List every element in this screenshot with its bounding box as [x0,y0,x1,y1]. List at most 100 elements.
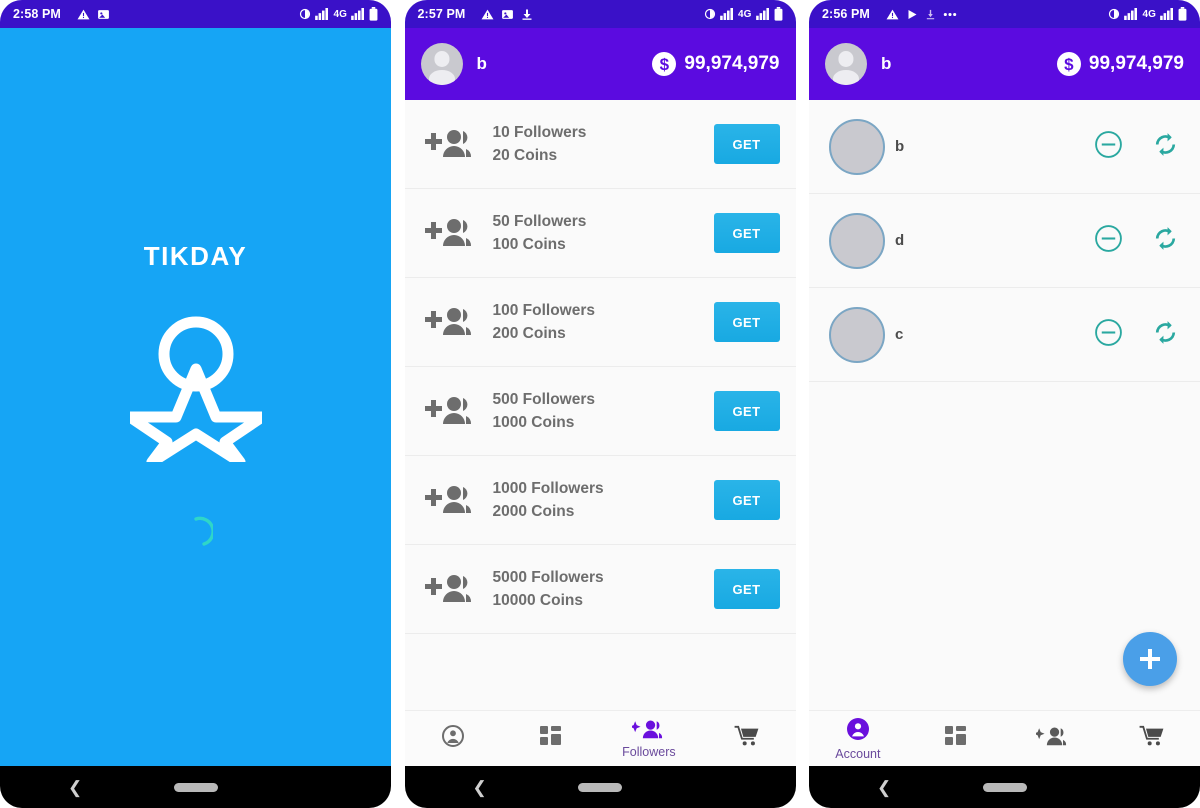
table-row[interactable]: d [809,194,1200,288]
list-item[interactable]: 1000 Followers 2000 Coins GET [404,456,796,545]
nav-tab-dashboard[interactable] [907,711,1005,766]
signal-bars-icon [720,8,734,20]
coin-icon: $ [652,52,677,76]
back-chevron-icon[interactable]: ❮ [68,779,82,796]
vibrate-icon [1108,8,1120,20]
add-followers-icon [424,572,481,606]
username-label: b [881,54,892,73]
signal-bars-icon [315,8,329,20]
signal-bars-icon [1124,8,1138,20]
list-item[interactable]: 500 Followers 1000 Coins GET [404,367,796,456]
status-bar: 2:57 PM 4G [404,0,796,28]
warning-icon [886,8,899,21]
offer-coins-label: 10000 Coins [492,592,583,609]
list-item[interactable]: 50 Followers 100 Coins GET [404,189,796,278]
app-brand-title: TIKDAY [143,241,248,271]
remove-account-icon[interactable] [1094,318,1123,352]
account-name-label: c [895,326,904,343]
account-icon [846,717,870,746]
add-followers-icon [424,216,481,250]
coin-icon: $ [1056,52,1081,76]
followers-offer-list: 10 Followers 20 Coins GET 50 Followers 1… [404,100,796,710]
list-item[interactable]: 10 Followers 20 Coins GET [404,100,796,189]
signal-bars-secondary-icon [1160,8,1174,20]
status-bar: 2:58 PM 4G [0,0,391,28]
account-icon [441,724,465,753]
warning-icon [481,8,494,21]
more-options-icon [943,12,957,17]
vibrate-icon [299,8,311,20]
avatar [829,306,885,363]
nav-tab-followers[interactable]: Followers [600,711,698,766]
refresh-account-icon[interactable] [1151,130,1180,164]
table-row[interactable]: c [809,288,1200,382]
account-list: b d c [809,100,1200,710]
followers-icon [1034,726,1070,751]
splash-screen: TIKDAY [0,28,391,766]
nav-tab-account[interactable]: Account [809,711,907,766]
vibrate-icon [704,8,716,20]
add-account-fab[interactable] [1123,632,1177,686]
network-type-label: 4G [333,8,347,20]
dashboard-icon [944,725,968,752]
nav-tab-followers-label: Followers [622,744,676,759]
home-pill-handle[interactable] [173,782,218,792]
status-clock: 2:57 PM [417,7,466,21]
phone-followers: 2:57 PM 4G b $ 99,974,979 10 Followers 2… [404,0,796,808]
home-pill-handle[interactable] [578,782,622,792]
battery-icon [369,7,378,21]
avatar[interactable] [420,43,463,85]
tikday-star-logo-icon [124,312,267,468]
home-pill-handle[interactable] [982,782,1027,792]
remove-account-icon[interactable] [1094,130,1123,164]
app-bar: b $ 99,974,979 [404,28,796,100]
back-chevron-icon[interactable]: ❮ [877,779,891,796]
phone-accounts: 2:56 PM 4G b $ 99,974,979 b d c Account … [809,0,1200,808]
phone-splash: 2:58 PM 4G TIKDAY ❮ [0,0,391,808]
back-chevron-icon[interactable]: ❮ [473,779,487,796]
list-item[interactable]: 100 Followers 200 Coins GET [404,278,796,367]
battery-icon [774,7,783,21]
offer-coins-label: 2000 Coins [492,503,575,520]
nav-tab-cart[interactable] [1102,711,1200,766]
refresh-account-icon[interactable] [1151,318,1180,352]
offer-followers-label: 50 Followers [492,212,587,230]
table-row[interactable]: b [809,100,1200,194]
add-followers-icon [424,394,481,428]
remove-account-icon[interactable] [1094,224,1123,258]
coin-balance: $ 99,974,979 [1056,52,1184,76]
account-name-label: b [895,138,905,155]
cart-icon [734,725,759,752]
get-button[interactable]: GET [713,480,780,520]
warning-icon [77,8,90,21]
get-button[interactable]: GET [713,569,780,609]
avatar[interactable] [825,43,867,85]
status-clock: 2:56 PM [822,7,870,21]
get-button[interactable]: GET [713,302,780,342]
offer-followers-label: 500 Followers [492,390,596,408]
balance-amount: 99,974,979 [684,53,780,74]
status-bar: 2:56 PM 4G [809,0,1200,28]
add-followers-icon [424,127,481,161]
get-button[interactable]: GET [713,213,780,253]
avatar [829,118,885,175]
nav-tab-cart[interactable] [698,711,796,766]
get-button[interactable]: GET [713,124,780,164]
nav-tab-followers[interactable] [1005,711,1103,766]
get-button[interactable]: GET [713,391,780,431]
app-bar: b $ 99,974,979 [809,28,1200,100]
list-item[interactable]: 5000 Followers 10000 Coins GET [404,545,796,634]
network-type-label: 4G [1142,8,1156,20]
coin-balance: $ 99,974,979 [652,52,780,76]
nav-tab-dashboard[interactable] [502,711,600,766]
cart-icon [1139,725,1164,752]
download-icon [521,8,533,21]
signal-bars-secondary-icon [351,8,365,20]
nav-tab-account[interactable] [405,711,503,766]
bottom-navigation: Followers [404,710,796,766]
download-icon [925,8,936,21]
battery-icon [1178,7,1187,21]
refresh-account-icon[interactable] [1151,224,1180,258]
offer-coins-label: 200 Coins [492,325,566,342]
android-nav-bar: ❮ [404,766,796,808]
